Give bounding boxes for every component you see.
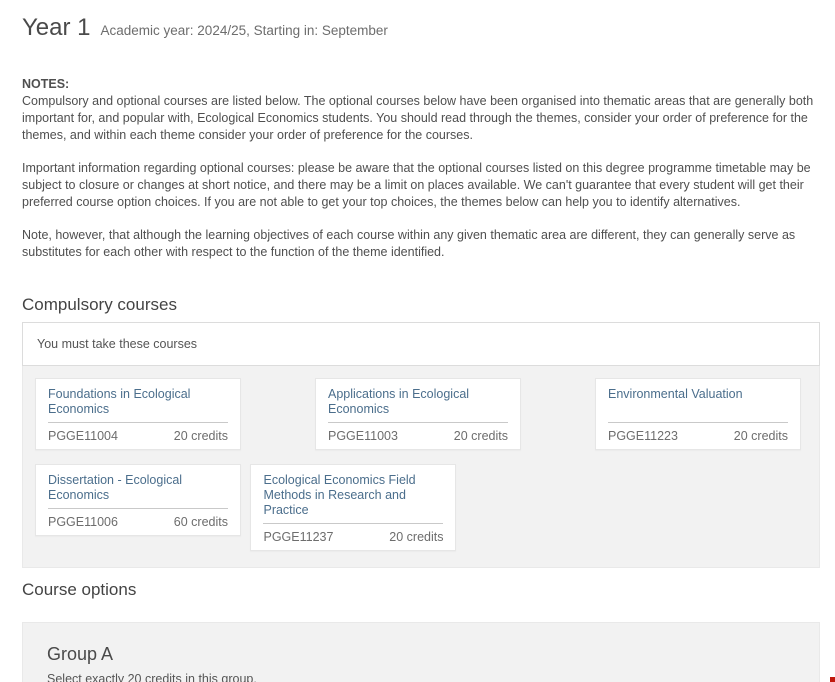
course-card[interactable]: Environmental Valuation PGGE11223 20 cre… bbox=[595, 378, 801, 450]
course-code: PGGE11237 bbox=[263, 530, 333, 544]
group-name: Group A bbox=[47, 644, 819, 665]
course-credits: 20 credits bbox=[389, 530, 443, 544]
compulsory-rule-box: You must take these courses bbox=[22, 322, 820, 366]
compulsory-rule-text: You must take these courses bbox=[37, 337, 197, 351]
notes-paragraph: Important information regarding optional… bbox=[22, 160, 820, 211]
course-card[interactable]: Dissertation - Ecological Economics PGGE… bbox=[35, 464, 241, 536]
course-options-heading: Course options bbox=[22, 580, 820, 600]
course-credits: 20 credits bbox=[454, 429, 508, 443]
course-title-link[interactable]: Dissertation - Ecological Economics bbox=[48, 473, 228, 509]
notes-paragraph: Compulsory and optional courses are list… bbox=[22, 93, 820, 144]
course-card[interactable]: Applications in Ecological Economics PGG… bbox=[315, 378, 521, 450]
page-subtitle: Academic year: 2024/25, Starting in: Sep… bbox=[101, 23, 388, 38]
group-instruction: Select exactly 20 credits in this group. bbox=[47, 672, 819, 682]
course-code: PGGE11006 bbox=[48, 515, 118, 529]
corner-red-fragment bbox=[830, 677, 835, 682]
option-group-a: Group A Select exactly 20 credits in thi… bbox=[22, 622, 820, 682]
notes-paragraph: Note, however, that although the learnin… bbox=[22, 227, 820, 261]
course-card-list: Foundations in Ecological Economics PGGE… bbox=[22, 366, 820, 568]
course-card-meta: PGGE11006 60 credits bbox=[48, 509, 228, 529]
notes-label: NOTES: bbox=[22, 76, 820, 93]
course-card[interactable]: Ecological Economics Field Methods in Re… bbox=[250, 464, 456, 551]
course-credits: 60 credits bbox=[174, 515, 228, 529]
course-credits: 20 credits bbox=[174, 429, 228, 443]
page-title: Year 1 bbox=[22, 14, 91, 42]
course-credits: 20 credits bbox=[734, 429, 788, 443]
compulsory-courses-heading: Compulsory courses bbox=[22, 295, 820, 315]
course-title-link[interactable]: Ecological Economics Field Methods in Re… bbox=[263, 473, 443, 524]
course-code: PGGE11004 bbox=[48, 429, 118, 443]
course-card-meta: PGGE11223 20 credits bbox=[608, 423, 788, 443]
course-card-meta: PGGE11237 20 credits bbox=[263, 524, 443, 544]
course-code: PGGE11003 bbox=[328, 429, 398, 443]
course-card-meta: PGGE11003 20 credits bbox=[328, 423, 508, 443]
course-code: PGGE11223 bbox=[608, 429, 678, 443]
course-card[interactable]: Foundations in Ecological Economics PGGE… bbox=[35, 378, 241, 450]
course-title-link[interactable]: Foundations in Ecological Economics bbox=[48, 387, 228, 423]
notes-section: NOTES: Compulsory and optional courses a… bbox=[22, 76, 820, 261]
compulsory-courses-section: Compulsory courses You must take these c… bbox=[22, 295, 820, 568]
page-header: Year 1 Academic year: 2024/25, Starting … bbox=[22, 14, 835, 42]
course-title-link[interactable]: Applications in Ecological Economics bbox=[328, 387, 508, 423]
course-title-link[interactable]: Environmental Valuation bbox=[608, 387, 788, 423]
course-card-meta: PGGE11004 20 credits bbox=[48, 423, 228, 443]
course-options-section: Course options Group A Select exactly 20… bbox=[22, 580, 820, 682]
